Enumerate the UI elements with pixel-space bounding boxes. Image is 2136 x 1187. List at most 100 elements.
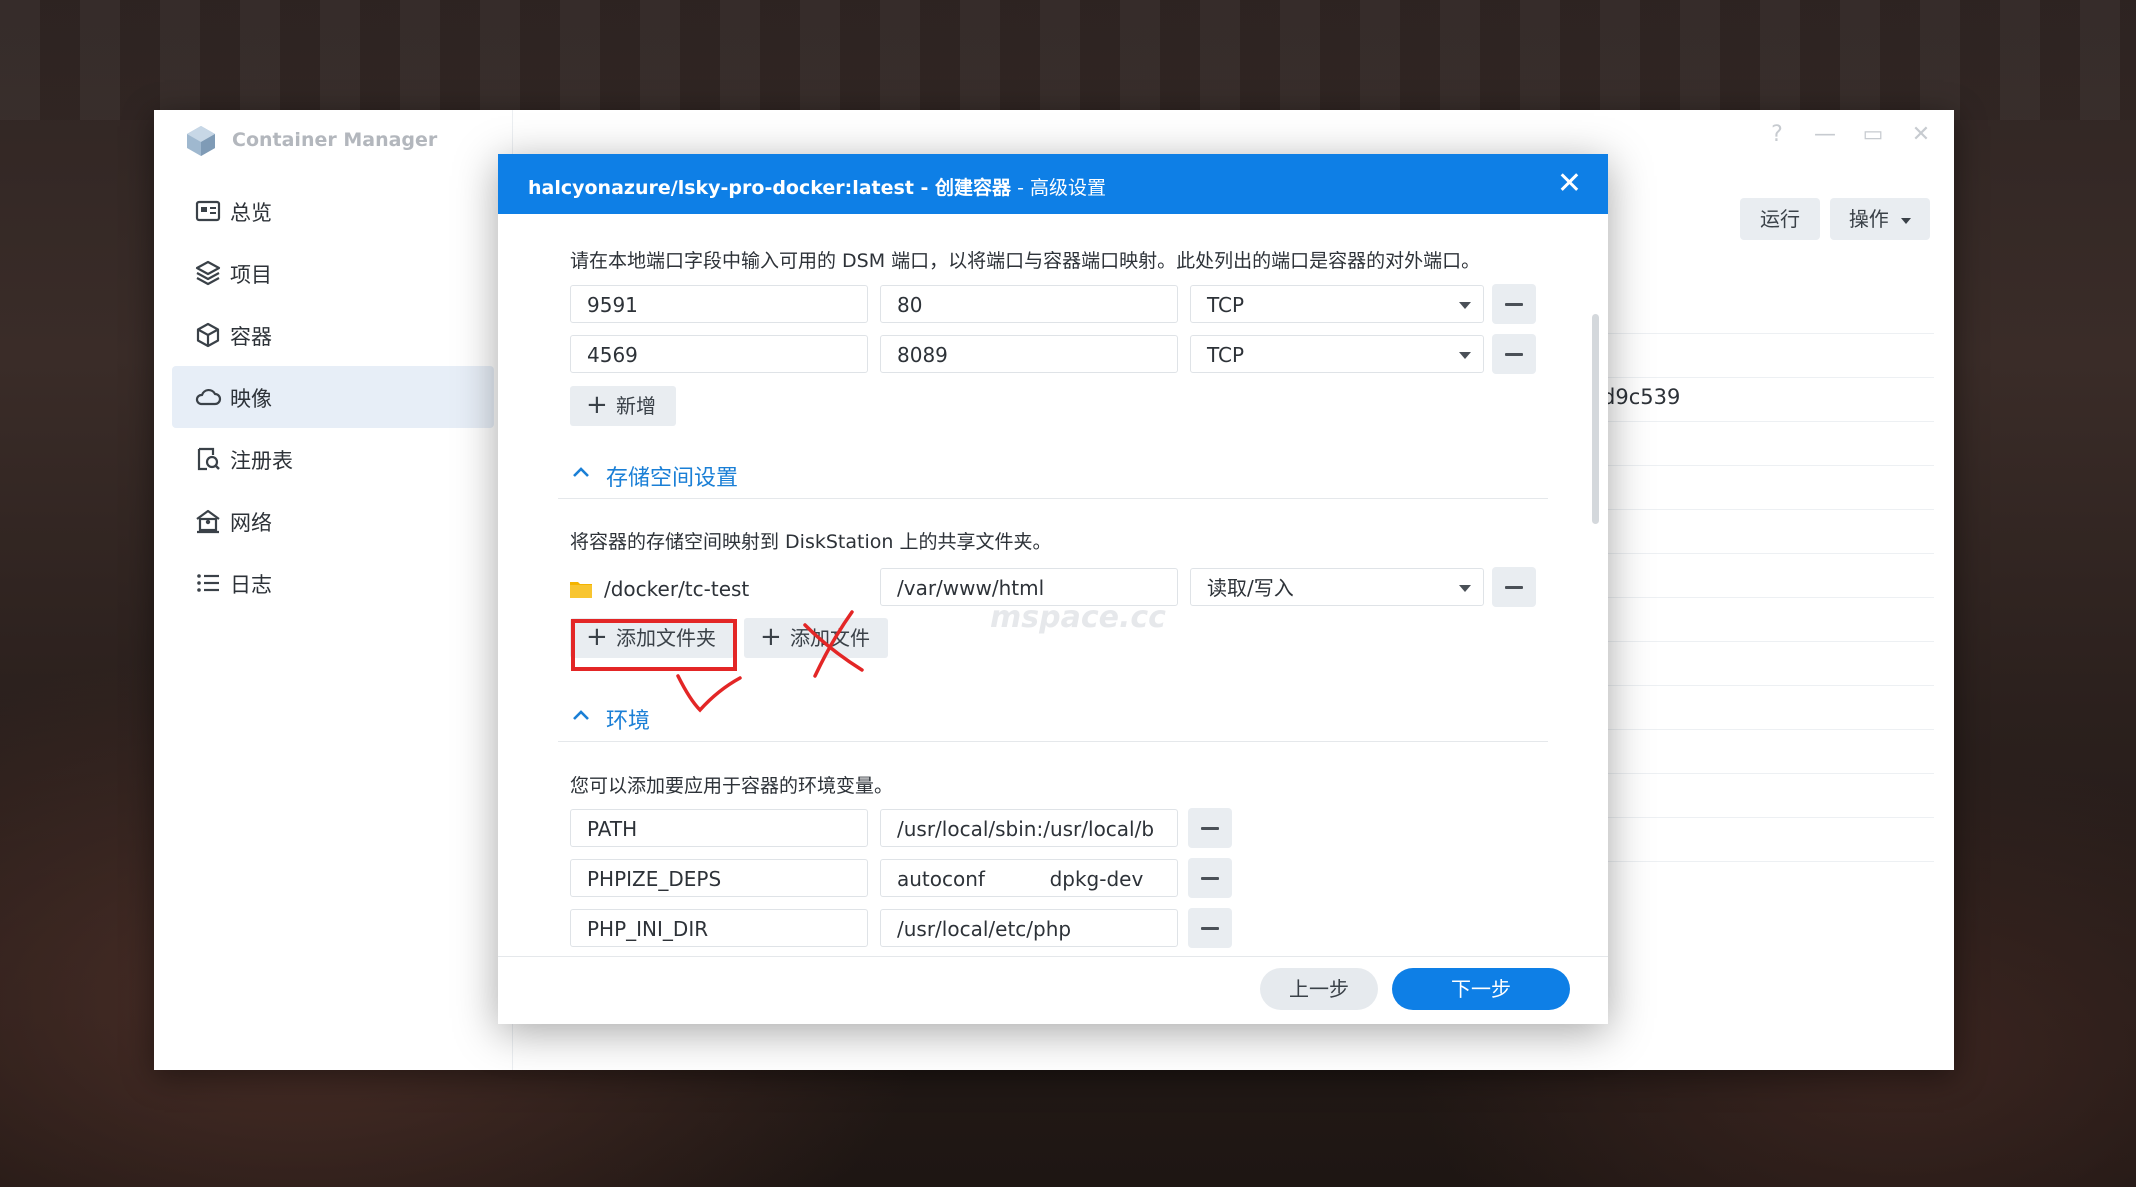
sidebar-item-label: 总览 [230,201,272,225]
protocol-select[interactable]: TCP [1190,335,1484,373]
protocol-value: TCP [1207,343,1245,367]
add-port-label: 新增 [616,394,656,418]
container-manager-logo-icon [187,126,215,156]
dialog-title-main: halcyonazure/lsky-pro-docker:latest - 创建… [528,177,1012,199]
layers-icon [195,260,221,286]
env-key-input[interactable]: PATH [570,809,868,847]
env-key-input[interactable]: PHP_INI_DIR [570,909,868,947]
watermark-text: mspace.cc [990,600,1166,635]
env-value-input[interactable]: /usr/local/sbin:/usr/local/b [880,809,1178,847]
caret-down-icon [1459,302,1471,309]
sidebar-item-registry[interactable]: 注册表 [172,428,494,490]
remove-env-button[interactable] [1188,908,1232,948]
access-mode-value: 读取/写入 [1207,576,1294,600]
cube-icon [196,322,220,348]
add-file-button[interactable]: + 添加文件 [744,618,888,658]
container-port-input[interactable]: 80 [880,285,1178,323]
env-key-input[interactable]: PHPIZE_DEPS [570,859,868,897]
storage-folder-path: /docker/tc-test [604,577,750,601]
chevron-up-icon [573,710,589,720]
sidebar-item-overview[interactable]: 总览 [172,180,494,242]
remove-env-button[interactable] [1188,858,1232,898]
sidebar-item-label: 容器 [230,325,272,349]
container-port-input[interactable]: 8089 [880,335,1178,373]
maximize-icon[interactable]: ▭ [1858,122,1888,147]
dialog-scrollbar[interactable] [1592,314,1599,524]
annotation-highlight-box [571,619,737,671]
env-value-input[interactable]: /usr/local/etc/php [880,909,1178,947]
action-dropdown[interactable]: 操作 [1830,198,1930,240]
remove-storage-button[interactable] [1492,567,1536,607]
add-file-label: 添加文件 [790,626,870,650]
action-label: 操作 [1848,207,1889,231]
storage-section-title: 存储空间设置 [606,466,739,491]
list-icon [197,574,219,592]
table-row [1604,422,1934,466]
table-row [1604,290,1934,334]
next-button[interactable]: 下一步 [1392,968,1570,1010]
sidebar-item-containers[interactable]: 容器 [172,304,494,366]
sidebar-item-projects[interactable]: 项目 [172,242,494,304]
remove-port-button[interactable] [1492,334,1536,374]
footer-divider [498,956,1608,957]
plus-icon: + [586,390,608,420]
table-row [1604,334,1934,378]
table-row [1604,598,1934,642]
dialog-title: halcyonazure/lsky-pro-docker:latest - 创建… [528,173,1106,200]
overview-icon [195,200,221,222]
sidebar-item-label: 映像 [230,387,272,411]
image-id-text: d9c539 [1602,385,1681,409]
sidebar-item-label: 项目 [230,263,272,287]
folder-icon [570,582,592,598]
environment-section-title: 环境 [606,709,651,734]
env-value-input[interactable]: autoconf dpkg-dev [880,859,1178,897]
dialog-title-separator: - [1011,177,1030,199]
caret-down-icon [1459,352,1471,359]
table-row [1604,510,1934,554]
local-port-input[interactable]: 4569 [570,335,868,373]
dialog-header: halcyonazure/lsky-pro-docker:latest - 创建… [498,154,1608,214]
sidebar-item-logs[interactable]: 日志 [172,552,494,614]
remove-env-button[interactable] [1188,808,1232,848]
section-divider [558,498,1548,499]
sidebar-item-label: 网络 [230,511,272,535]
table-row [1604,686,1934,730]
app-title: Container Manager [232,129,438,151]
background-table [1604,290,1934,862]
ports-description: 请在本地端口字段中输入可用的 DSM 端口，以将端口与容器端口映射。此处列出的端… [570,250,1481,272]
close-window-icon[interactable]: ✕ [1906,122,1936,147]
protocol-value: TCP [1207,293,1245,317]
access-mode-select[interactable]: 读取/写入 [1190,568,1484,606]
remove-port-button[interactable] [1492,284,1536,324]
table-row [1604,730,1934,774]
dialog-body[interactable]: 请在本地端口字段中输入可用的 DSM 端口，以将端口与容器端口映射。此处列出的端… [498,214,1608,956]
dialog-title-sub: 高级设置 [1029,177,1106,199]
create-container-dialog: halcyonazure/lsky-pro-docker:latest - 创建… [498,154,1608,1024]
previous-button[interactable]: 上一步 [1260,968,1378,1010]
plus-icon: + [760,622,782,652]
network-icon [196,509,220,534]
sidebar-item-label: 日志 [230,573,272,597]
add-port-button[interactable]: + 新增 [570,386,676,426]
table-row [1604,554,1934,598]
close-icon[interactable]: ✕ [1557,166,1582,201]
background-texture [0,0,2136,120]
cloud-icon [195,388,222,406]
minimize-icon[interactable]: — [1810,122,1840,147]
registry-search-icon [197,447,220,471]
protocol-select[interactable]: TCP [1190,285,1484,323]
section-divider [558,741,1548,742]
table-row [1604,818,1934,862]
caret-down-icon [1459,585,1471,592]
local-port-input[interactable]: 9591 [570,285,868,323]
table-row [1604,774,1934,818]
chevron-up-icon [573,467,589,477]
sidebar: 总览 项目 容器 映像 注册表 网络 日志 [154,180,494,614]
sidebar-item-network[interactable]: 网络 [172,490,494,552]
sidebar-item-images[interactable]: 映像 [172,366,494,428]
table-row [1604,642,1934,686]
run-button[interactable]: 运行 [1740,198,1820,240]
help-icon[interactable]: ? [1762,122,1792,147]
caret-down-icon [1901,217,1912,224]
storage-description: 将容器的存储空间映射到 DiskStation 上的共享文件夹。 [570,531,1052,553]
